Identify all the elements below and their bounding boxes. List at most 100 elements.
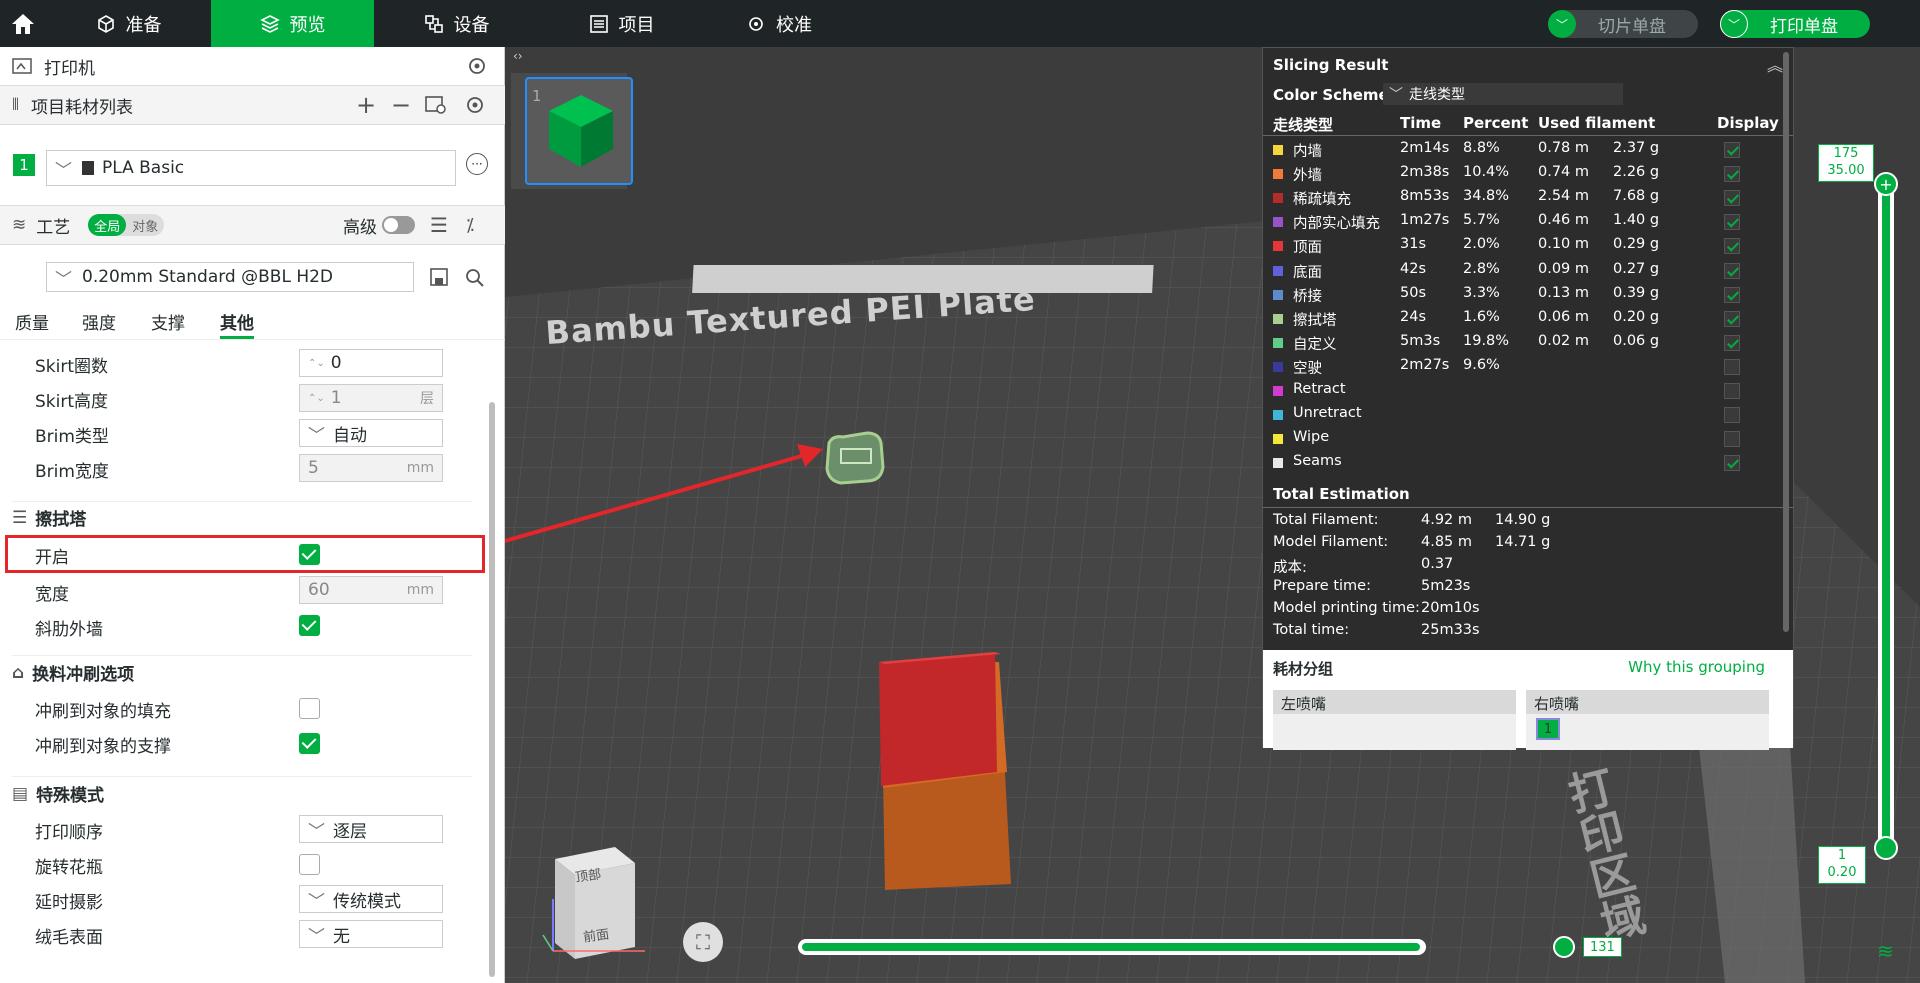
list-icon[interactable]: ☰ — [430, 213, 448, 237]
slice-plate-button[interactable]: ﹀ 切片单盘 — [1548, 10, 1698, 38]
tab-preview[interactable]: 预览 — [211, 0, 374, 47]
cell-weight: 0.20 g — [1613, 308, 1660, 325]
tab-calibration[interactable]: 校准 — [704, 0, 854, 47]
process-label: 工艺 — [36, 217, 71, 238]
tab-device[interactable]: 设备 — [374, 0, 539, 47]
vertical-slider-top-thumb[interactable]: + — [1874, 172, 1898, 196]
display-checkbox[interactable] — [1724, 407, 1740, 424]
slicing-result-title: Slicing Result — [1273, 56, 1389, 74]
process-profile-select[interactable]: ﹀ 0.20mm Standard @BBL H2D — [46, 262, 414, 292]
gear-icon[interactable] — [465, 95, 485, 115]
flush-infill-checkbox[interactable] — [299, 698, 320, 719]
print-sequence-select[interactable]: ﹀ 逐层 — [299, 815, 443, 843]
print-plate-button[interactable]: ﹀ 打印单盘 — [1720, 10, 1870, 38]
why-grouping-link[interactable]: Why this grouping — [1628, 658, 1765, 676]
col-time: Time — [1400, 114, 1442, 132]
filament-list-header: ⦀ 项目耗材列表 + − — [0, 86, 505, 124]
tab-strength[interactable]: 强度 — [82, 309, 116, 334]
toggle-object[interactable]: 对象 — [126, 214, 164, 236]
more-icon[interactable]: ··· — [466, 153, 488, 175]
display-checkbox[interactable] — [1724, 142, 1740, 158]
cube-icon — [97, 14, 114, 33]
tab-others[interactable]: 其他 — [220, 309, 254, 339]
total-v1: 0.37 — [1421, 556, 1454, 572]
tab-support[interactable]: 支撑 — [151, 309, 185, 334]
flush-support-checkbox[interactable] — [299, 733, 320, 754]
camera-orient-icon[interactable]: ⛶ — [683, 922, 723, 962]
search-icon[interactable] — [465, 268, 485, 288]
remove-icon[interactable]: − — [391, 91, 411, 119]
total-v1: 4.85 m — [1421, 534, 1473, 550]
enable-checkbox[interactable] — [299, 544, 320, 565]
display-checkbox[interactable] — [1724, 334, 1740, 351]
flush-support-label: 冲刷到对象的支撑 — [35, 737, 171, 757]
global-object-toggle[interactable]: 全局 对象 — [88, 214, 165, 236]
layers-toggle-icon[interactable]: ≋ — [1877, 939, 1894, 963]
result-row: Unretract — [1273, 405, 1783, 427]
display-checkbox[interactable] — [1724, 431, 1740, 448]
brim-type-select[interactable]: ﹀ 自动 — [299, 419, 443, 447]
chevron-down-icon[interactable]: ﹀ — [1548, 10, 1576, 38]
compare-icon[interactable]: ⁒ — [466, 215, 474, 236]
display-checkbox[interactable] — [1724, 166, 1740, 183]
color-swatch — [1273, 434, 1283, 445]
fuzzy-skin-select[interactable]: ﹀ 无 — [299, 920, 443, 948]
cell-time: 50s — [1400, 284, 1427, 301]
cell-percent: 2.8% — [1463, 260, 1500, 277]
filament-slot[interactable]: 1 — [1536, 718, 1560, 740]
display-checkbox[interactable] — [1724, 214, 1740, 231]
spiral-vase-checkbox[interactable] — [299, 854, 320, 875]
cell-name: 稀疏填充 — [1293, 192, 1351, 209]
toggle-global[interactable]: 全局 — [88, 214, 127, 236]
result-row: 空驶 2m27s 9.6% — [1273, 357, 1783, 379]
tab-quality[interactable]: 质量 — [15, 309, 49, 334]
col-filament: Used filament — [1538, 114, 1656, 132]
skirt-height-input[interactable]: ⌃⌄ 1 层 — [299, 384, 443, 412]
model-cube[interactable] — [871, 604, 1033, 890]
vertical-slider-track[interactable] — [1878, 175, 1894, 857]
advanced-toggle[interactable] — [382, 216, 415, 234]
add-icon[interactable]: + — [356, 91, 376, 119]
cell-percent: 2.0% — [1463, 236, 1500, 253]
home-icon[interactable] — [0, 0, 46, 47]
display-checkbox[interactable] — [1724, 383, 1740, 399]
scrollbar[interactable] — [1783, 52, 1789, 632]
printer-label: 打印机 — [44, 58, 95, 79]
stepper-icon[interactable]: ⌃⌄ — [308, 393, 325, 404]
display-checkbox[interactable] — [1724, 286, 1740, 303]
brim-width-input[interactable]: 5 mm — [299, 454, 443, 482]
display-checkbox[interactable] — [1724, 358, 1740, 375]
display-checkbox[interactable] — [1724, 238, 1740, 255]
print-label: 打印单盘 — [1770, 16, 1838, 37]
view-cube[interactable] — [535, 839, 655, 969]
rib-wall-checkbox[interactable] — [299, 615, 320, 636]
collapse-icon[interactable]: ︽ — [1767, 52, 1783, 76]
rib-wall-label: 斜肋外墙 — [35, 620, 103, 640]
timelapse-select[interactable]: ﹀ 传统模式 — [299, 885, 443, 913]
cell-name: Wipe — [1293, 429, 1330, 446]
total-v1: 25m33s — [1421, 622, 1480, 638]
vertical-slider-bottom-thumb[interactable] — [1874, 836, 1898, 860]
width-input[interactable]: 60 mm — [299, 576, 443, 604]
gear-icon — [749, 16, 763, 31]
bottom-layer-number: 1 — [1837, 848, 1847, 863]
color-scheme-select[interactable]: ﹀ 走线类型 — [1383, 83, 1623, 105]
horizontal-slider-thumb[interactable] — [1553, 936, 1575, 958]
tab-project[interactable]: 项目 — [539, 0, 704, 47]
display-checkbox[interactable] — [1724, 262, 1740, 279]
save-icon[interactable] — [430, 268, 448, 286]
gear-icon[interactable] — [467, 56, 487, 76]
filament-select[interactable]: ﹀ PLA Basic — [46, 150, 456, 186]
cell-name: 桥接 — [1293, 288, 1322, 305]
scrollbar[interactable] — [489, 402, 495, 977]
display-checkbox[interactable] — [1724, 190, 1740, 207]
display-checkbox[interactable] — [1724, 310, 1740, 327]
chevron-down-icon[interactable]: ﹀ — [1720, 10, 1748, 38]
top-layer-label: 175 35.00 — [1818, 144, 1874, 182]
horizontal-slider-track[interactable] — [798, 939, 1426, 955]
display-checkbox[interactable] — [1724, 455, 1740, 472]
stepper-icon[interactable]: ⌃⌄ — [308, 358, 325, 369]
tab-prepare[interactable]: 准备 — [46, 0, 211, 47]
sync-icon[interactable] — [425, 95, 447, 115]
skirt-loops-input[interactable]: ⌃⌄ 0 — [299, 349, 443, 377]
